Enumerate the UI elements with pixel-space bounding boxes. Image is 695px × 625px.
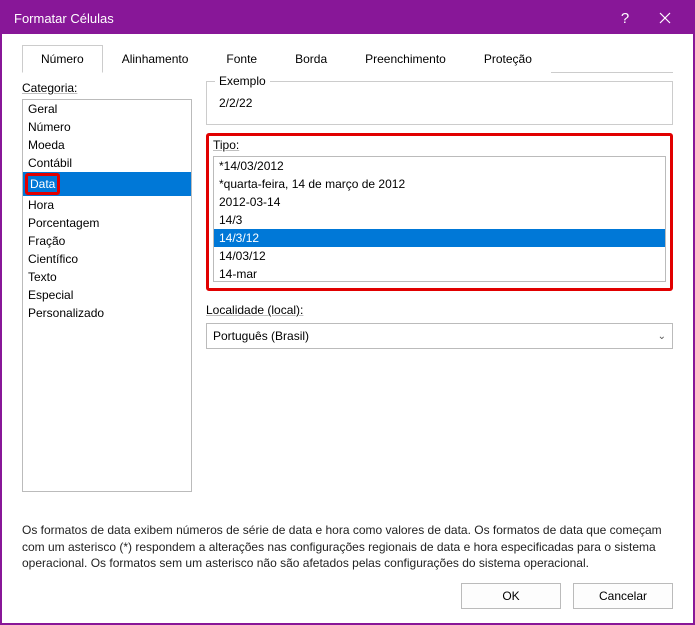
example-fieldset: Exemplo 2/2/22 — [206, 81, 673, 125]
tab-bar: NúmeroAlinhamentoFonteBordaPreenchimento… — [22, 44, 673, 73]
tab-fonte[interactable]: Fonte — [207, 45, 276, 73]
type-section-highlight: Tipo: *14/03/2012*quarta-feira, 14 de ma… — [206, 133, 673, 291]
category-item[interactable]: Porcentagem — [23, 214, 191, 232]
tab-alinhamento[interactable]: Alinhamento — [103, 45, 208, 73]
category-item[interactable]: Data — [23, 172, 191, 196]
close-button[interactable] — [645, 2, 685, 34]
locale-select[interactable]: Português (Brasil) ⌄ — [206, 323, 673, 349]
tab-preenchimento[interactable]: Preenchimento — [346, 45, 465, 73]
titlebar: Formatar Células ? — [2, 2, 693, 34]
cancel-button[interactable]: Cancelar — [573, 583, 673, 609]
dialog-footer: OK Cancelar — [22, 571, 673, 609]
type-item[interactable]: 14/3 — [214, 211, 665, 229]
tab-proteção[interactable]: Proteção — [465, 45, 551, 73]
chevron-down-icon: ⌄ — [658, 331, 666, 342]
type-item[interactable]: 14/3/12 — [214, 229, 665, 247]
description-text: Os formatos de data exibem números de sé… — [22, 522, 673, 571]
category-item[interactable]: Moeda — [23, 136, 191, 154]
format-cells-dialog: Formatar Células ? NúmeroAlinhamentoFont… — [0, 0, 695, 625]
category-item[interactable]: Contábil — [23, 154, 191, 172]
type-item[interactable]: 14/03/12 — [214, 247, 665, 265]
type-item[interactable]: *14/03/2012 — [214, 157, 665, 175]
locale-value: Português (Brasil) — [213, 329, 309, 343]
category-item[interactable]: Especial — [23, 286, 191, 304]
ok-button[interactable]: OK — [461, 583, 561, 609]
window-title: Formatar Células — [14, 11, 605, 26]
type-item[interactable]: 14-mar — [214, 265, 665, 282]
category-item[interactable]: Número — [23, 118, 191, 136]
category-item[interactable]: Personalizado — [23, 304, 191, 322]
category-label: Categoria: — [22, 81, 192, 95]
type-item[interactable]: *quarta-feira, 14 de março de 2012 — [214, 175, 665, 193]
category-item[interactable]: Texto — [23, 268, 191, 286]
example-legend: Exemplo — [215, 74, 270, 88]
category-item[interactable]: Científico — [23, 250, 191, 268]
help-button[interactable]: ? — [605, 2, 645, 34]
type-item[interactable]: 2012-03-14 — [214, 193, 665, 211]
ok-label: OK — [502, 589, 519, 603]
example-value: 2/2/22 — [217, 92, 662, 110]
category-item[interactable]: Hora — [23, 196, 191, 214]
locale-label: Localidade (local): — [206, 303, 673, 317]
category-listbox[interactable]: GeralNúmeroMoedaContábilDataHoraPorcenta… — [22, 99, 192, 492]
type-label: Tipo: — [213, 138, 666, 152]
close-icon — [659, 12, 671, 24]
category-item[interactable]: Fração — [23, 232, 191, 250]
cancel-label: Cancelar — [599, 589, 647, 603]
category-item[interactable]: Geral — [23, 100, 191, 118]
tab-número[interactable]: Número — [22, 45, 103, 73]
type-listbox[interactable]: *14/03/2012*quarta-feira, 14 de março de… — [213, 156, 666, 282]
tab-borda[interactable]: Borda — [276, 45, 346, 73]
